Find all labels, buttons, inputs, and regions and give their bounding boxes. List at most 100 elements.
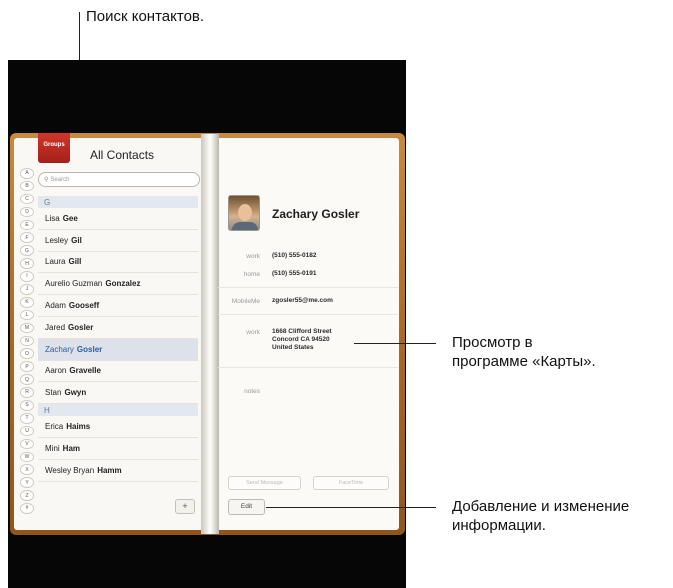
index-letter[interactable]: G [20,245,34,256]
contact-last-name: Hamm [97,465,122,475]
mobileme-value[interactable]: zgosler55@me.com [272,297,333,305]
contact-first-name: Erica [45,422,64,432]
leader-line-edit [266,507,436,508]
contact-last-name: Gonzalez [105,279,141,289]
contact-row[interactable]: Lesley Gil [38,230,198,252]
index-letter[interactable]: R [20,387,34,398]
divider [218,367,398,368]
callout-maps-line-2: программе «Карты». [452,353,596,370]
contact-row[interactable]: Lisa Gee [38,208,198,230]
index-letter[interactable]: K [20,296,34,308]
contact-row[interactable]: Mini Ham [38,438,198,460]
index-letter[interactable]: L [20,309,34,321]
index-letter[interactable]: P [20,361,34,372]
index-letter[interactable]: Q [20,374,34,385]
home-phone-value[interactable]: (510) 555-0191 [272,270,316,278]
work-phone-value[interactable]: (510) 555-0182 [272,252,316,260]
contact-row[interactable]: Jared Gosler [38,317,198,339]
facetime-button[interactable]: FaceTime [313,476,389,490]
contact-first-name: Aaron [45,366,67,376]
contact-last-name: Gee [62,213,78,223]
index-letter[interactable]: F [20,232,34,244]
index-letter[interactable]: J [20,284,34,295]
index-letter[interactable]: M [20,322,34,334]
contact-first-name: Stan [45,388,62,398]
address-value[interactable]: 1668 Clifford Street Concord CA 94520 Un… [272,328,332,352]
contact-last-name: Ham [62,443,81,453]
search-placeholder: Search [50,176,70,183]
index-letter[interactable]: H [20,258,34,269]
contact-first-name: Zachary [45,344,74,354]
contact-first-name: Lesley [45,235,69,245]
index-letter[interactable]: Y [20,477,34,488]
leader-line-maps [354,343,436,344]
contact-last-name: Gosler [68,322,94,332]
contact-first-name: Adam [45,301,66,311]
divider [218,287,398,288]
contact-row[interactable]: Adam Gooseff [38,295,198,317]
contact-last-name: Gill [68,257,82,267]
index-letter[interactable]: U [20,425,34,437]
edit-button[interactable]: Edit [228,499,265,515]
contact-row[interactable]: Laura Gill [38,252,198,274]
index-letter[interactable]: E [20,219,34,231]
contact-row[interactable]: Aaron Gravelle [38,361,198,383]
contact-first-name: Jared [45,322,66,332]
contact-last-name: Gwyn [64,388,87,398]
callout-edit-line-2: информации. [452,517,546,534]
address-line-city: Concord CA 94520 [272,336,330,343]
page-title: All Contacts [90,148,155,162]
index-letter[interactable]: A [20,168,34,179]
contact-row[interactable]: Stan Gwyn [38,382,198,405]
index-letter[interactable]: S [20,400,34,411]
index-letter[interactable]: X [20,464,34,476]
callout-add-edit-info: Добавление и изменение информации. [452,497,629,535]
index-letter[interactable]: C [20,193,34,205]
add-contact-button[interactable]: + [175,499,195,514]
index-letter[interactable]: O [20,348,34,360]
index-letter[interactable]: D [20,206,34,218]
contact-first-name: Aurelio Guzman [45,279,103,289]
contact-last-name: Haims [66,422,91,432]
address-label: work [246,329,260,336]
contact-row[interactable]: Aurelio Guzman Gonzalez [38,273,198,296]
index-letter[interactable]: V [20,438,34,450]
contact-row[interactable]: Wesley Bryan Hamm [38,460,198,482]
search-input[interactable]: ⚲ Search [38,172,200,187]
address-line-country: United States [272,344,314,351]
index-letter[interactable]: T [20,412,34,424]
address-line-street: 1668 Clifford Street [272,328,332,335]
contact-photo[interactable] [228,195,260,231]
home-phone-label: home [243,271,260,278]
index-letter[interactable]: W [20,451,34,463]
index-letter[interactable]: Z [20,490,34,501]
index-letter[interactable]: # [20,503,34,514]
work-phone-label: work [246,253,260,260]
contact-last-name: Gosler [76,344,103,354]
contact-first-name: Mini [45,443,60,453]
callout-maps-line-1: Просмотр в [452,334,533,351]
contact-last-name: Gravelle [69,366,101,376]
contact-row[interactable]: Zachary Gosler [38,338,198,361]
alphabet-index[interactable]: A B C D E F G H I J K L M N O P Q R S T U V W X Y Z # [20,168,34,516]
send-message-button[interactable]: Send Message [228,476,301,490]
contact-row[interactable]: Erica Haims [38,416,198,438]
mobileme-label: MobileMe [231,298,260,305]
contact-list[interactable]: G Lisa Gee Lesley Gil Laura Gill Aurelio Guzman… [38,196,198,494]
index-letter[interactable]: B [20,180,34,192]
callout-search-contacts: Поиск контактов. [86,8,205,25]
index-letter[interactable]: N [20,335,34,347]
section-header: H [38,404,198,417]
notes-label: notes [244,388,260,395]
callout-view-in-maps: Просмотр в программе «Карты». [452,333,596,371]
section-header: G [38,196,198,208]
index-letter[interactable]: I [20,271,34,282]
contact-name: Zachary Gosler [272,207,360,221]
contact-first-name: Lisa [45,213,60,223]
groups-button[interactable]: Groups [38,133,70,163]
contact-last-name: Gooseff [68,301,100,311]
contact-first-name: Wesley Bryan [45,465,95,475]
callout-edit-line-1: Добавление и изменение [452,498,630,515]
search-icon: ⚲ [44,177,49,183]
contact-first-name: Laura [45,257,66,267]
